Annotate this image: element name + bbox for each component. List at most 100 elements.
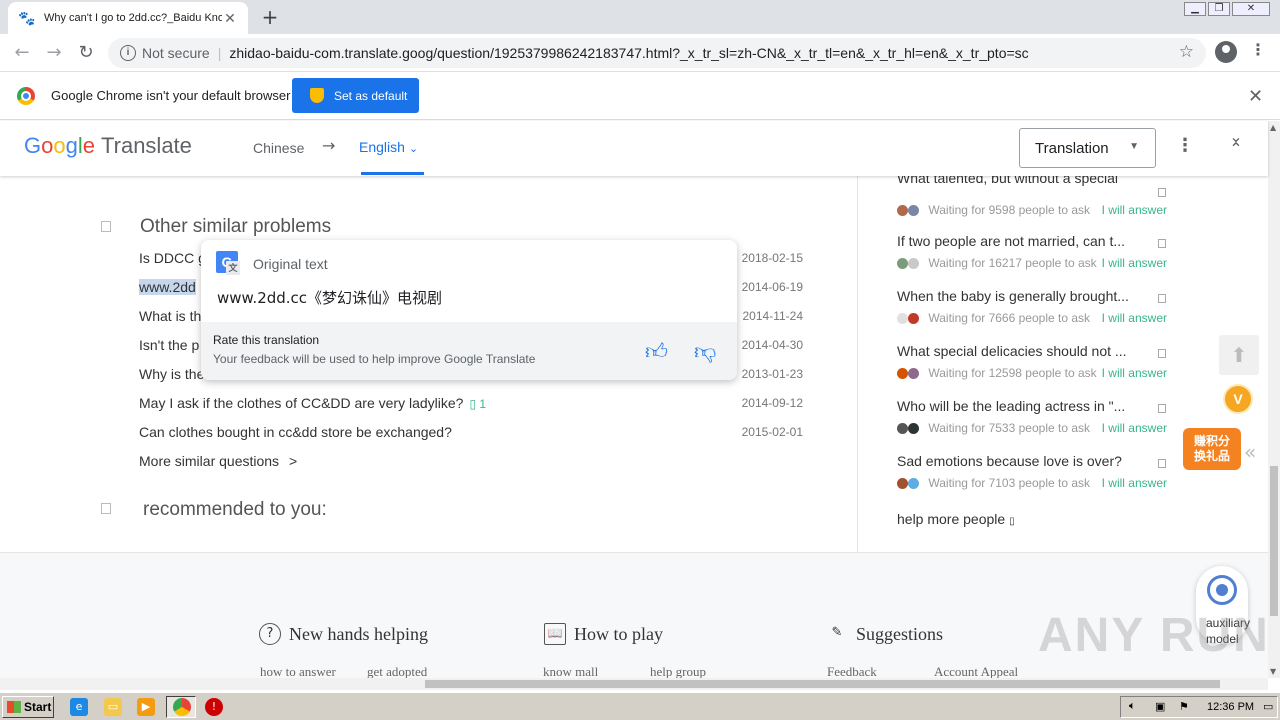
collapse-icon[interactable]: ⌄ ⌃ bbox=[1226, 129, 1246, 157]
thumbs-down-icon[interactable]: 👎︎ bbox=[694, 338, 716, 365]
thumbs-up-icon[interactable]: 👍︎ bbox=[645, 338, 668, 365]
avatar bbox=[908, 368, 919, 379]
back-icon[interactable]: ← bbox=[10, 41, 34, 65]
square-icon: ▯ bbox=[1009, 516, 1015, 527]
answer-count-badge: ▯ 1 bbox=[469, 397, 487, 411]
answer-link[interactable]: I will answer bbox=[1102, 476, 1167, 490]
more-similar-link[interactable]: More similar questions > bbox=[139, 453, 297, 469]
tab-close-icon[interactable]: ✕ bbox=[222, 10, 238, 27]
original-text-label: Original text bbox=[253, 256, 328, 272]
footer-how-to-play: 📖 How to play bbox=[544, 623, 663, 645]
start-button[interactable]: Start bbox=[2, 696, 54, 718]
antivirus-icon[interactable]: ! bbox=[205, 698, 223, 716]
folder-icon[interactable]: ▭ bbox=[104, 698, 122, 716]
avatar bbox=[908, 313, 919, 324]
tab-strip: 🐾 Why can't I go to 2dd.cc?_Baidu Know ✕… bbox=[0, 0, 1280, 34]
forward-icon[interactable]: → bbox=[42, 41, 66, 65]
minimize-button[interactable]: ▁ bbox=[1184, 2, 1206, 16]
chrome-taskbar-button[interactable] bbox=[166, 696, 196, 718]
horizontal-scrollbar[interactable] bbox=[0, 678, 1268, 690]
chevron-down-icon: ⌄ bbox=[408, 143, 419, 155]
google-translate-logo[interactable]: Google Translate bbox=[24, 133, 192, 159]
question-circle-icon: ? bbox=[259, 623, 281, 645]
avatar bbox=[908, 205, 919, 216]
sidebar-question[interactable]: If two people are not married, can t... … bbox=[897, 233, 1169, 283]
avatar bbox=[908, 258, 919, 269]
google-translate-bar: Google Translate Chinese → English ⌄ Tran… bbox=[0, 121, 1268, 176]
infobar-close-icon[interactable]: ✕ bbox=[1248, 86, 1263, 107]
question-row[interactable]: May I ask if the clothes of CC&DD are ve… bbox=[139, 395, 803, 417]
rate-description: Your feedback will be used to help impro… bbox=[213, 352, 536, 366]
points-reward-badge[interactable]: V 赚积分 换礼品 bbox=[1173, 380, 1253, 476]
answer-link[interactable]: I will answer bbox=[1102, 203, 1167, 217]
target-language-tab[interactable]: English ⌄ bbox=[359, 139, 418, 155]
avatar bbox=[897, 205, 908, 216]
chevron-right-icon: > bbox=[288, 453, 298, 469]
help-more-people-link[interactable]: help more people ▯ bbox=[897, 511, 1015, 527]
question-row[interactable]: Can clothes bought in cc&dd store be exc… bbox=[139, 424, 803, 446]
media-player-icon[interactable]: ▶ bbox=[137, 698, 155, 716]
answer-link[interactable]: I will answer bbox=[1102, 256, 1167, 270]
question-icon bbox=[1158, 294, 1166, 303]
sidebar-question[interactable]: Who will be the leading actress in "... … bbox=[897, 398, 1169, 448]
show-desktop-icon[interactable]: ▭ bbox=[1263, 700, 1273, 713]
url-text[interactable]: zhidao-baidu-com.translate.goog/question… bbox=[229, 45, 1028, 61]
info-icon[interactable]: i bbox=[120, 45, 136, 61]
scroll-down-icon[interactable]: ▼ bbox=[1270, 667, 1276, 676]
sidebar-question[interactable]: Sad emotions because love is over? Waiti… bbox=[897, 453, 1169, 503]
more-options-icon[interactable]: ⋮ bbox=[1176, 135, 1194, 156]
recommended-heading: recommended to you: bbox=[143, 499, 327, 520]
avatar bbox=[897, 313, 908, 324]
question-icon bbox=[1158, 239, 1166, 248]
network-icon[interactable]: ▣ bbox=[1155, 700, 1165, 713]
set-default-button[interactable]: Set as default bbox=[292, 78, 419, 113]
bookmark-star-icon[interactable]: ☆ bbox=[1179, 42, 1194, 62]
omnibox-separator: | bbox=[217, 45, 222, 61]
source-language-tab[interactable]: Chinese bbox=[253, 140, 304, 156]
chrome-icon bbox=[173, 698, 191, 716]
vertical-scroll-thumb[interactable] bbox=[1270, 466, 1278, 616]
section-icon bbox=[101, 503, 111, 514]
double-chevron-left-icon[interactable]: « bbox=[1244, 440, 1256, 464]
windows-logo-icon bbox=[7, 701, 21, 713]
new-tab-button[interactable]: + bbox=[258, 6, 282, 28]
scroll-to-top-button[interactable]: ⬆ bbox=[1219, 335, 1259, 375]
infobar-message: Google Chrome isn't your default browser bbox=[51, 88, 291, 103]
question-meta: Waiting for 12598 people to ask I will a… bbox=[897, 366, 1169, 380]
ie-icon[interactable]: e bbox=[70, 698, 88, 716]
reload-icon[interactable]: ↻ bbox=[74, 41, 98, 65]
chrome-menu-icon[interactable]: ⋮ bbox=[1250, 40, 1266, 64]
answer-link[interactable]: I will answer bbox=[1102, 311, 1167, 325]
translation-mode-value: Translation bbox=[1035, 140, 1109, 157]
restore-button[interactable]: ❐ bbox=[1208, 2, 1230, 16]
avatar bbox=[908, 478, 919, 489]
window-close-button[interactable]: ✕ bbox=[1232, 2, 1270, 16]
question-meta: Waiting for 16217 people to ask I will a… bbox=[897, 256, 1169, 270]
flag-icon[interactable]: ⚑ bbox=[1179, 700, 1189, 713]
question-meta: Waiting for 9598 people to ask I will an… bbox=[897, 203, 1169, 217]
avatar bbox=[897, 368, 908, 379]
sidebar-question[interactable]: When the baby is generally brought... Wa… bbox=[897, 288, 1169, 338]
answer-link[interactable]: I will answer bbox=[1102, 366, 1167, 380]
system-tray: 🔈︎ ▣ ⚑ 12:36 PM ▭ bbox=[1120, 696, 1278, 718]
original-text-tooltip: G Original text www.2dd.cc《梦幻诛仙》电视剧 Rate… bbox=[201, 240, 737, 380]
vertical-scrollbar[interactable]: ▲ ▼ bbox=[1268, 121, 1280, 678]
horizontal-scroll-thumb[interactable] bbox=[425, 680, 1220, 688]
active-tab-indicator bbox=[361, 172, 424, 175]
address-bar[interactable]: i Not secure | zhidao-baidu-com.translat… bbox=[108, 38, 1206, 68]
browser-tab[interactable]: 🐾 Why can't I go to 2dd.cc?_Baidu Know ✕ bbox=[8, 2, 248, 34]
question-icon bbox=[1158, 459, 1166, 468]
book-icon: 📖 bbox=[544, 623, 566, 645]
section-icon bbox=[101, 221, 111, 232]
answer-link[interactable]: I will answer bbox=[1102, 421, 1167, 435]
sidebar-question[interactable]: What talented, but without a special Wai… bbox=[897, 176, 1169, 228]
sidebar-question[interactable]: What special delicacies should not ... W… bbox=[897, 343, 1169, 393]
translation-mode-select[interactable]: Translation ▼ bbox=[1019, 128, 1156, 168]
google-translate-icon: G bbox=[216, 251, 240, 275]
scroll-up-icon[interactable]: ▲ bbox=[1270, 123, 1276, 132]
volume-icon[interactable]: 🔈︎ bbox=[1129, 700, 1136, 713]
question-meta: Waiting for 7103 people to ask I will an… bbox=[897, 476, 1169, 490]
question-icon bbox=[1158, 404, 1166, 413]
shield-icon bbox=[310, 88, 324, 103]
profile-avatar-icon[interactable] bbox=[1215, 41, 1237, 63]
